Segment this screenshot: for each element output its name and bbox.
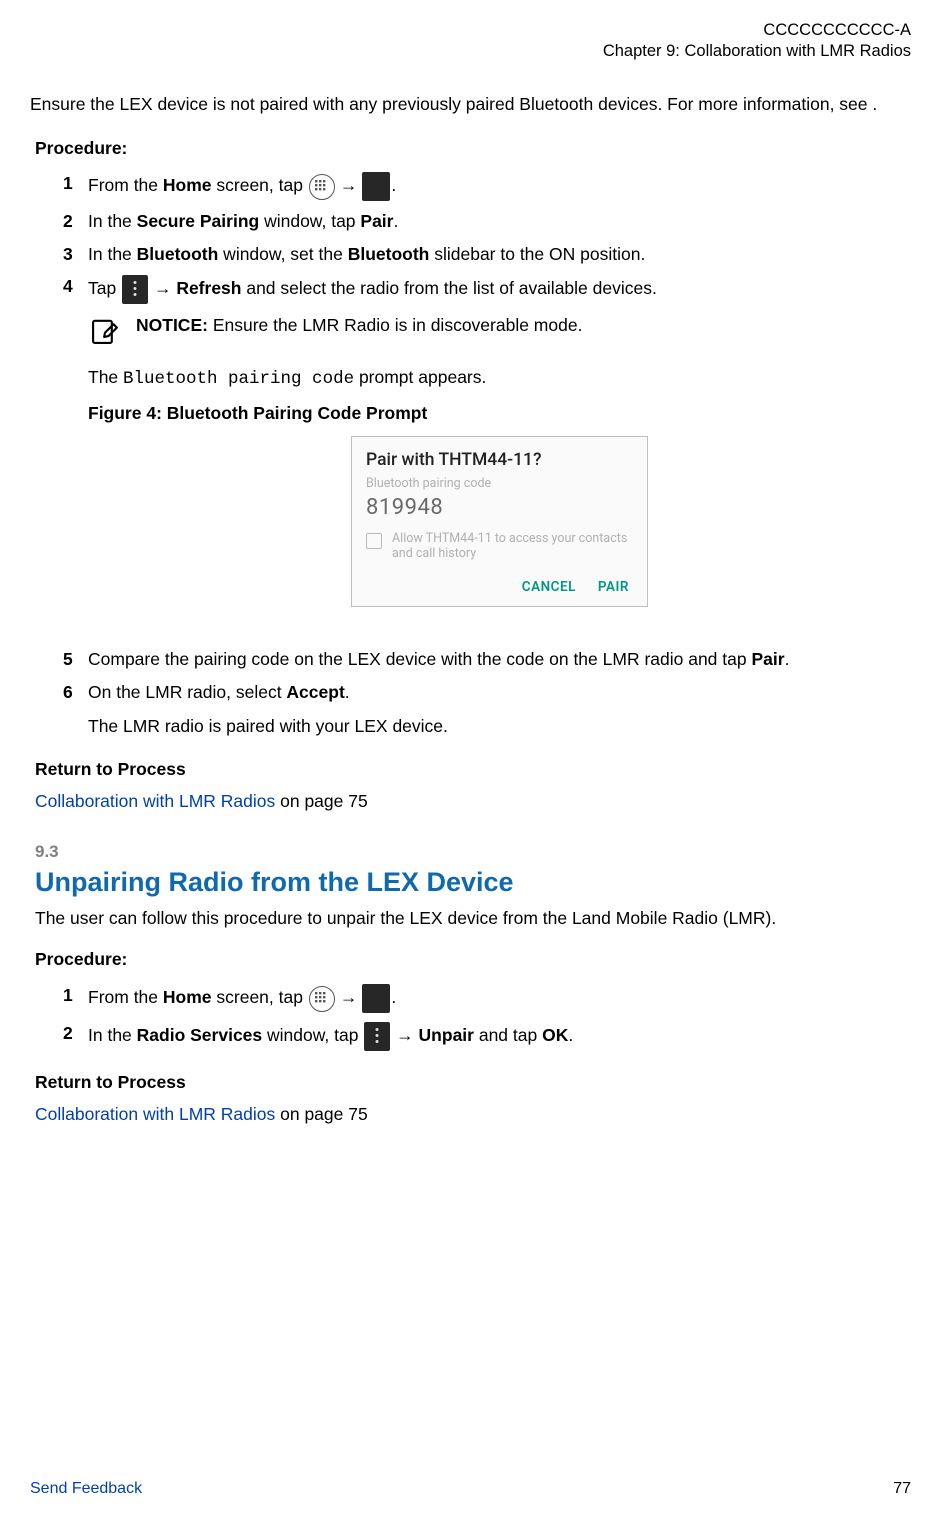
text: In the <box>88 244 137 264</box>
pairing-dialog: Pair with THTM44-11? Bluetooth pairing c… <box>351 436 648 608</box>
pair-label: Pair <box>360 211 393 231</box>
text: From the <box>88 175 163 195</box>
procedure-label: Procedure: <box>35 948 911 972</box>
apps-grid-icon <box>309 986 335 1012</box>
figure-caption: Figure 4: Bluetooth Pairing Code Prompt <box>88 402 911 426</box>
notice-icon <box>88 314 122 348</box>
unpair-label: Unpair <box>419 1025 474 1045</box>
text: . <box>391 175 396 195</box>
step-result-text: The LMR radio is paired with your LEX de… <box>88 715 911 739</box>
notice-text: Ensure the LMR Radio is in discoverable … <box>208 315 583 335</box>
step-number: 2 <box>63 1022 88 1051</box>
return-to-process-label: Return to Process <box>35 1071 911 1095</box>
step-number: 1 <box>63 172 88 201</box>
notice-label: NOTICE: <box>136 315 208 335</box>
page-number: 77 <box>893 1478 911 1500</box>
step-number: 5 <box>63 648 88 672</box>
text: . <box>785 649 790 669</box>
arrow-icon: → <box>340 174 358 198</box>
dialog-permission-row: Allow THTM44-11 to access your contacts … <box>352 531 647 572</box>
app-tile-icon <box>362 984 390 1013</box>
step-number: 6 <box>63 681 88 738</box>
radio-services-label: Radio Services <box>137 1025 262 1045</box>
text: . <box>393 211 398 231</box>
send-feedback-link[interactable]: Send Feedback <box>30 1478 142 1500</box>
overflow-menu-icon <box>364 1022 390 1051</box>
step-number: 1 <box>63 984 88 1013</box>
section-title: Unpairing Radio from the LEX Device <box>35 864 911 900</box>
text: and tap <box>474 1025 542 1045</box>
accept-label: Accept <box>286 682 344 702</box>
chapter-line: Chapter 9: Collaboration with LMR Radios <box>30 41 911 62</box>
text: Tap <box>88 279 121 299</box>
code-text: Bluetooth pairing code <box>123 369 354 389</box>
home-label: Home <box>163 987 212 1007</box>
text: . <box>568 1025 573 1045</box>
text: screen, tap <box>212 175 308 195</box>
bluetooth-label: Bluetooth <box>348 244 430 264</box>
text: window, set the <box>218 244 347 264</box>
text: prompt appears. <box>354 367 486 387</box>
doc-id: CCCCCCCCCCC-A <box>30 20 911 41</box>
procedure-step: 1 From the Home screen, tap →. <box>63 984 911 1013</box>
return-to-process-label: Return to Process <box>35 758 911 782</box>
arrow-icon: → <box>391 1025 418 1045</box>
text: Compare the pairing code on the LEX devi… <box>88 649 751 669</box>
text: screen, tap <box>212 987 308 1007</box>
return-link[interactable]: Collaboration with LMR Radios <box>35 791 275 811</box>
refresh-label: Refresh <box>176 279 241 299</box>
bluetooth-label: Bluetooth <box>137 244 219 264</box>
notice-block: NOTICE: Ensure the LMR Radio is in disco… <box>88 314 911 348</box>
intro-paragraph: Ensure the LEX device is not paired with… <box>30 93 911 117</box>
procedure-step: 2 In the Secure Pairing window, tap Pair… <box>63 210 911 234</box>
arrow-icon: → <box>340 986 358 1010</box>
ok-label: OK <box>542 1025 568 1045</box>
text: From the <box>88 987 163 1007</box>
text: slidebar to the ON position. <box>429 244 645 264</box>
text: The <box>88 367 123 387</box>
text: and select the radio from the list of av… <box>241 279 656 299</box>
text: window, tap <box>259 211 360 231</box>
allow-access-label: Allow THTM44-11 to access your contacts … <box>392 531 633 562</box>
procedure-step: 6 On the LMR radio, select Accept. The L… <box>63 681 911 738</box>
return-link[interactable]: Collaboration with LMR Radios <box>35 1104 275 1124</box>
text: . <box>345 682 350 702</box>
return-link-tail: on page 75 <box>275 1104 367 1124</box>
secure-pairing-label: Secure Pairing <box>137 211 260 231</box>
text: . <box>391 987 396 1007</box>
procedure-label: Procedure: <box>35 137 911 161</box>
arrow-icon: → <box>149 279 176 299</box>
step-number: 4 <box>63 275 88 639</box>
page-header: CCCCCCCCCCC-A Chapter 9: Collaboration w… <box>30 20 911 63</box>
pair-label: Pair <box>751 649 784 669</box>
app-tile-icon <box>362 172 390 201</box>
page-footer: Send Feedback 77 <box>30 1478 911 1500</box>
text: window, tap <box>262 1025 363 1045</box>
step-number: 3 <box>63 243 88 267</box>
text: In the <box>88 211 137 231</box>
overflow-menu-icon <box>122 275 148 304</box>
allow-access-checkbox[interactable] <box>366 533 382 549</box>
apps-grid-icon <box>309 174 335 200</box>
cancel-button[interactable]: CANCEL <box>522 578 576 596</box>
section-number: 9.3 <box>35 841 911 864</box>
step-number: 2 <box>63 210 88 234</box>
procedure-step: 3 In the Bluetooth window, set the Bluet… <box>63 243 911 267</box>
section-intro: The user can follow this procedure to un… <box>35 907 911 931</box>
procedure-step: 4 Tap → Refresh and select the radio fro… <box>63 275 911 639</box>
return-link-tail: on page 75 <box>275 791 367 811</box>
procedure-step: 1 From the Home screen, tap →. <box>63 172 911 201</box>
pair-button[interactable]: PAIR <box>598 578 629 596</box>
dialog-subtitle: Bluetooth pairing code <box>352 474 647 493</box>
dialog-title: Pair with THTM44-11? <box>352 437 647 475</box>
text: In the <box>88 1025 137 1045</box>
procedure-step: 2 In the Radio Services window, tap → Un… <box>63 1022 911 1051</box>
procedure-step: 5 Compare the pairing code on the LEX de… <box>63 648 911 672</box>
text: On the LMR radio, select <box>88 682 286 702</box>
home-label: Home <box>163 175 212 195</box>
pairing-code-value: 819948 <box>352 493 647 531</box>
